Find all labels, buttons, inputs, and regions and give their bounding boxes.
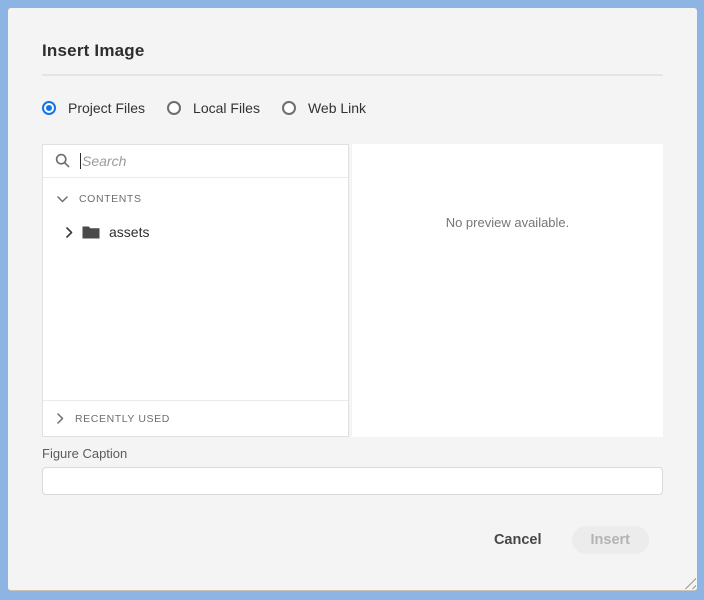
radio-selected-icon	[42, 101, 56, 115]
chevron-right-icon	[66, 227, 73, 238]
figure-caption-label: Figure Caption	[42, 447, 663, 461]
insert-button[interactable]: Insert	[572, 526, 650, 554]
tree-section-recently-used[interactable]: RECENTLY USED	[43, 400, 348, 436]
dialog-actions: Cancel Insert	[42, 526, 663, 554]
section-label: RECENTLY USED	[75, 413, 170, 425]
search-bar	[43, 145, 348, 178]
tree-item-label: assets	[109, 224, 149, 240]
radio-label: Project Files	[68, 100, 145, 116]
content-panels: CONTENTS assets	[42, 144, 663, 437]
search-icon	[55, 153, 71, 169]
file-tree: CONTENTS assets	[43, 178, 348, 400]
header-divider	[42, 74, 663, 76]
tree-section-contents[interactable]: CONTENTS	[43, 191, 348, 207]
tree-item-assets[interactable]: assets	[43, 223, 348, 241]
source-radio-group: Project Files Local Files Web Link	[42, 100, 663, 116]
preview-empty-text: No preview available.	[446, 215, 570, 437]
figure-caption-input[interactable]	[42, 467, 663, 495]
chevron-right-icon	[57, 413, 64, 424]
resize-grip[interactable]	[684, 577, 696, 589]
chevron-down-icon	[57, 196, 68, 203]
folder-icon	[82, 225, 100, 240]
preview-panel: No preview available.	[352, 144, 663, 437]
radio-option-web-link[interactable]: Web Link	[282, 100, 366, 116]
insert-image-dialog: Insert Image Project Files Local Files W…	[8, 8, 697, 591]
search-input[interactable]	[81, 153, 336, 169]
radio-unselected-icon	[167, 101, 181, 115]
radio-label: Local Files	[193, 100, 260, 116]
radio-unselected-icon	[282, 101, 296, 115]
radio-option-project-files[interactable]: Project Files	[42, 100, 145, 116]
window-frame: Insert Image Project Files Local Files W…	[0, 0, 704, 600]
dialog-title: Insert Image	[42, 41, 663, 61]
radio-label: Web Link	[308, 100, 366, 116]
file-tree-panel: CONTENTS assets	[42, 144, 349, 437]
radio-option-local-files[interactable]: Local Files	[167, 100, 260, 116]
cancel-button[interactable]: Cancel	[494, 532, 542, 548]
section-label: CONTENTS	[79, 193, 142, 205]
